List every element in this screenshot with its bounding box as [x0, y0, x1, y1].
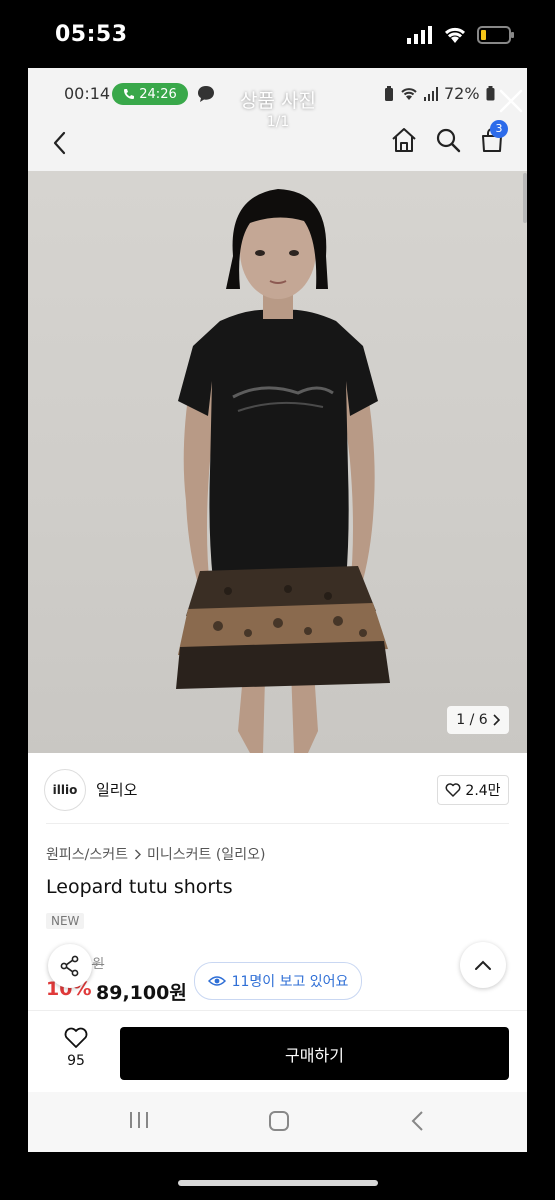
- brand-name[interactable]: 일리오: [96, 779, 137, 800]
- model-illustration: [176, 189, 390, 753]
- app-nav-row: 3: [28, 120, 527, 170]
- outer-clock: 05:53: [55, 22, 128, 47]
- breadcrumb: 원피스/스커트 미니스커트 (일리오): [46, 844, 265, 864]
- breadcrumb-category[interactable]: 원피스/스커트: [46, 844, 128, 864]
- signal-small-icon: [424, 86, 438, 101]
- viewer-header: 00:14 24:26 상품 사진 1/1 72% 3: [28, 68, 527, 171]
- purchase-action-bar: 95 구매하기: [28, 1010, 527, 1093]
- brand-logo[interactable]: illio: [44, 769, 86, 811]
- call-timer: 24:26: [139, 86, 177, 102]
- buy-button[interactable]: 구매하기: [120, 1027, 509, 1080]
- battery-low-icon: [477, 26, 514, 44]
- chevron-right-icon: [493, 714, 500, 726]
- home-icon[interactable]: [390, 126, 418, 154]
- heart-outline-icon: [445, 783, 461, 797]
- wifi-small-icon: [401, 87, 417, 100]
- page-scrollbar[interactable]: [523, 173, 527, 223]
- image-counter[interactable]: 1 / 6: [447, 706, 509, 734]
- wishlist-button[interactable]: 95: [54, 1027, 98, 1069]
- new-badge: NEW: [46, 913, 85, 929]
- sale-price: 89,100원: [96, 982, 187, 1004]
- battery-small-icon: [486, 86, 495, 101]
- inner-clock: 00:14: [64, 84, 111, 103]
- back-nav-icon[interactable]: [410, 1110, 426, 1132]
- product-photo[interactable]: 1 / 6: [28, 171, 527, 753]
- chevron-right-icon: [135, 849, 141, 859]
- cart-count-badge: 3: [490, 120, 508, 138]
- app-screenshot: 00:14 24:26 상품 사진 1/1 72% 3 1 / 6 illio …: [28, 68, 527, 1152]
- chevron-up-icon: [475, 960, 491, 970]
- cellular-signal-icon: [407, 26, 432, 44]
- recent-apps-icon[interactable]: [128, 1110, 150, 1130]
- battery-saver-icon: [385, 85, 393, 101]
- eye-icon: [207, 976, 226, 986]
- viewer-title: 상품 사진: [240, 90, 316, 112]
- call-timer-pill[interactable]: 24:26: [112, 83, 188, 105]
- home-nav-icon[interactable]: [268, 1110, 290, 1132]
- inner-status-icons: 72%: [384, 84, 495, 103]
- phone-icon: [124, 89, 135, 99]
- brand-like-count: 2.4만: [465, 783, 501, 799]
- back-chevron-icon[interactable]: [48, 128, 72, 158]
- live-viewers-text: 11명이 보고 있어요: [231, 974, 349, 990]
- brand-like-button[interactable]: 2.4만: [437, 775, 509, 805]
- gesture-bar[interactable]: [178, 1180, 378, 1186]
- close-icon[interactable]: [498, 88, 524, 114]
- outer-status-icons: [407, 26, 515, 44]
- live-viewers-chip: 11명이 보고 있어요: [194, 962, 362, 1000]
- search-icon[interactable]: [434, 126, 462, 154]
- image-counter-text: 1 / 6: [456, 712, 488, 728]
- share-button[interactable]: [48, 944, 92, 988]
- system-nav-bar: [28, 1092, 527, 1152]
- inner-battery-percent: 72%: [444, 84, 480, 103]
- outer-status-bar: 05:53: [0, 0, 555, 70]
- heart-outline-icon: [64, 1027, 88, 1048]
- divider: [46, 823, 509, 824]
- wishlist-count: 95: [67, 1053, 85, 1069]
- breadcrumb-subcategory[interactable]: 미니스커트 (일리오): [147, 844, 265, 864]
- brand-row[interactable]: illio 일리오 2.4만: [28, 753, 527, 823]
- scroll-top-button[interactable]: [460, 942, 506, 988]
- product-title: Leopard tutu shorts: [46, 876, 233, 898]
- wifi-icon: [444, 27, 466, 43]
- share-icon: [60, 955, 79, 977]
